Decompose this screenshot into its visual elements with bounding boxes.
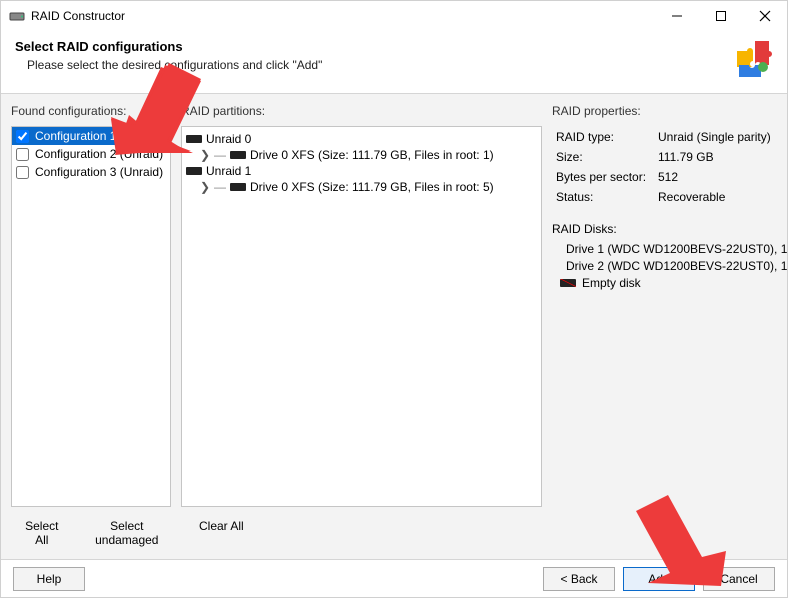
partition-child-label: Drive 0 XFS (Size: 111.79 GB, Files in r… xyxy=(250,180,494,194)
dash-icon: — xyxy=(214,180,226,194)
partition-node[interactable]: Unraid 1 xyxy=(184,163,539,179)
disk-row: Drive 1 (WDC WD1200BEVS-22UST0), 111 GB xyxy=(560,242,777,256)
panel-labels: Found configurations: RAID partitions: R… xyxy=(11,104,777,122)
raid-properties-panel: RAID type:Unraid (Single parity) Size:11… xyxy=(552,126,777,507)
disk-row: Empty disk xyxy=(560,276,777,290)
back-button[interactable]: < Back xyxy=(543,567,615,591)
config-item[interactable]: Configuration 3 (Unraid) xyxy=(12,163,170,181)
raid-partitions-panel: Unraid 0 ❯ — Drive 0 XFS (Size: 111.79 GB, … xyxy=(181,126,542,507)
config-item[interactable]: Configuration 2 (Unraid) xyxy=(12,145,170,163)
partition-label: Unraid 0 xyxy=(206,132,251,146)
hdd-icon xyxy=(186,135,202,143)
puzzle-icon xyxy=(733,39,773,79)
partition-node[interactable]: Unraid 0 xyxy=(184,131,539,147)
select-undamaged-button[interactable]: Select undamaged xyxy=(73,517,181,549)
prop-val-size: 111.79 GB xyxy=(656,148,775,166)
help-button[interactable]: Help xyxy=(13,567,85,591)
empty-disk-icon xyxy=(560,279,576,287)
hdd-icon xyxy=(230,183,246,191)
expand-icon[interactable]: ❯ xyxy=(200,182,210,192)
app-icon xyxy=(9,8,25,24)
clear-all-button[interactable]: Clear All xyxy=(191,517,252,535)
minimize-button[interactable] xyxy=(655,1,699,31)
cancel-button[interactable]: Cancel xyxy=(703,567,775,591)
config-label: Configuration 1 (Unraid) xyxy=(35,129,163,143)
prop-key-status: Status: xyxy=(554,188,654,206)
raid-partitions-label: RAID partitions: xyxy=(181,104,542,122)
config-item[interactable]: Configuration 1 (Unraid) xyxy=(12,127,170,145)
config-checkbox[interactable] xyxy=(16,166,29,179)
expand-icon[interactable]: ❯ xyxy=(200,150,210,160)
hdd-icon xyxy=(186,167,202,175)
add-button[interactable]: Add xyxy=(623,567,695,591)
config-checkbox[interactable] xyxy=(16,130,29,143)
config-checkbox[interactable] xyxy=(16,148,29,161)
maximize-button[interactable] xyxy=(699,1,743,31)
disk-label: Empty disk xyxy=(582,276,641,290)
footer: Help < Back Add Cancel xyxy=(1,559,787,597)
page-subtitle: Please select the desired configurations… xyxy=(27,58,322,72)
raid-properties-label: RAID properties: xyxy=(552,104,777,122)
disk-label: Drive 1 (WDC WD1200BEVS-22UST0), 111 GB xyxy=(566,242,787,256)
prop-val-status: Recoverable xyxy=(656,188,775,206)
window-controls xyxy=(655,1,787,31)
properties-table: RAID type:Unraid (Single parity) Size:11… xyxy=(552,126,777,208)
window: RAID Constructor Select RAID configurati… xyxy=(0,0,788,598)
disk-label: Drive 2 (WDC WD1200BEVS-22UST0), 111 GB xyxy=(566,259,787,273)
panels: Configuration 1 (Unraid) Configuration 2 … xyxy=(11,126,777,507)
partition-child[interactable]: ❯ — Drive 0 XFS (Size: 111.79 GB, Files in… xyxy=(198,179,539,195)
config-label: Configuration 2 (Unraid) xyxy=(35,147,163,161)
prop-val-raid-type: Unraid (Single parity) xyxy=(656,128,775,146)
raid-disks-section: RAID Disks: Drive 1 (WDC WD1200BEVS-22US… xyxy=(552,222,777,290)
partition-child[interactable]: ❯ — Drive 0 XFS (Size: 111.79 GB, Files in… xyxy=(198,147,539,163)
found-configs-label: Found configurations: xyxy=(11,104,171,122)
close-button[interactable] xyxy=(743,1,787,31)
dash-icon: — xyxy=(214,148,226,162)
partition-child-label: Drive 0 XFS (Size: 111.79 GB, Files in r… xyxy=(250,148,494,162)
disk-row: Drive 2 (WDC WD1200BEVS-22UST0), 111 GB xyxy=(560,259,777,273)
prop-key-bps: Bytes per sector: xyxy=(554,168,654,186)
config-label: Configuration 3 (Unraid) xyxy=(35,165,163,179)
page-title: Select RAID configurations xyxy=(15,39,322,54)
body: Found configurations: RAID partitions: R… xyxy=(1,94,787,559)
hdd-icon xyxy=(230,151,246,159)
prop-val-bps: 512 xyxy=(656,168,775,186)
partition-label: Unraid 1 xyxy=(206,164,251,178)
list-actions: Select All Select undamaged Clear All xyxy=(11,511,777,559)
window-title: RAID Constructor xyxy=(31,9,125,23)
header: Select RAID configurations Please select… xyxy=(1,31,787,94)
select-all-button[interactable]: Select All xyxy=(11,517,73,549)
raid-disks-label: RAID Disks: xyxy=(552,222,777,236)
found-configs-panel: Configuration 1 (Unraid) Configuration 2 … xyxy=(11,126,171,507)
prop-key-raid-type: RAID type: xyxy=(554,128,654,146)
titlebar: RAID Constructor xyxy=(1,1,787,31)
prop-key-size: Size: xyxy=(554,148,654,166)
